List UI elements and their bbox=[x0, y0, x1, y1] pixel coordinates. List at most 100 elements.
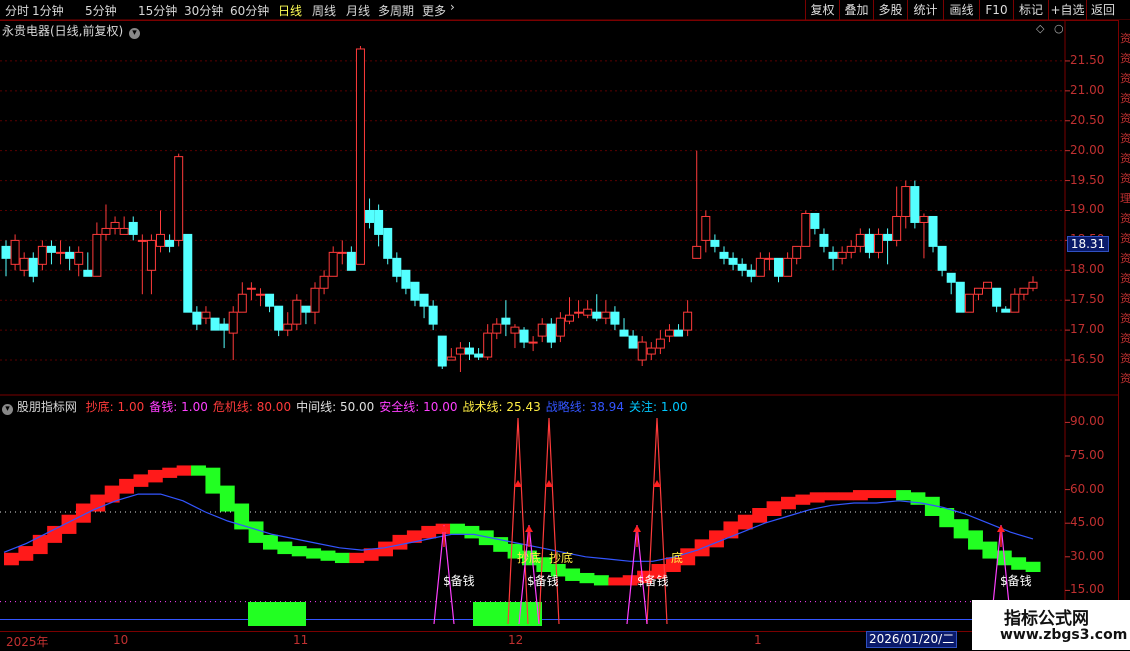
candle-body bbox=[156, 233, 166, 247]
tactical-block bbox=[334, 552, 350, 564]
candle-body bbox=[92, 233, 102, 277]
strip-char: 资 bbox=[1120, 172, 1130, 185]
candle-body bbox=[28, 257, 38, 277]
candle-body bbox=[610, 311, 620, 325]
candle-body bbox=[374, 209, 384, 235]
tactical-block bbox=[176, 465, 192, 476]
indicator-line-label: 中间线: bbox=[296, 400, 337, 414]
date-label: 11 bbox=[293, 633, 309, 647]
indicator-line-5: 战术线: 25.43 bbox=[463, 400, 541, 414]
candle-body bbox=[83, 269, 93, 277]
tactical-block bbox=[18, 546, 34, 561]
candle-body bbox=[628, 335, 638, 349]
tactical-block bbox=[939, 508, 955, 528]
strip-char: 资 bbox=[1120, 232, 1130, 245]
tactical-block bbox=[737, 514, 753, 530]
strip-char: 资 bbox=[1120, 32, 1130, 45]
candle-body bbox=[537, 323, 547, 337]
price-label: 19.00 bbox=[1070, 202, 1105, 217]
tactical-block bbox=[450, 523, 465, 534]
indicator-line-4: 安全线: 10.00 bbox=[379, 400, 457, 414]
tactical-block bbox=[119, 478, 134, 494]
candle-body bbox=[428, 305, 438, 325]
bottom-signal-spike bbox=[538, 417, 560, 625]
candle-body bbox=[910, 186, 920, 223]
candle-body bbox=[174, 156, 184, 241]
candle-body bbox=[719, 251, 729, 259]
candle-body bbox=[1019, 287, 1029, 295]
candle-body bbox=[483, 332, 493, 358]
strip-char: 资 bbox=[1120, 212, 1130, 225]
tactical-block bbox=[205, 467, 221, 494]
candle-body bbox=[128, 221, 138, 235]
indicator-axis-label: 90.00 bbox=[1070, 414, 1105, 429]
candle-body bbox=[465, 347, 475, 355]
candle-body bbox=[846, 245, 856, 253]
tactical-block bbox=[4, 552, 19, 566]
candle-body bbox=[337, 251, 347, 254]
candle-body bbox=[201, 311, 211, 319]
indicator-line-0: 抄底: 1.00 bbox=[86, 400, 145, 414]
indicator-line-3: 中间线: 50.00 bbox=[296, 400, 374, 414]
candle-body bbox=[837, 251, 847, 259]
candle-body bbox=[955, 281, 965, 313]
tactical-block bbox=[608, 577, 624, 586]
indicator-line-label: 抄底: bbox=[85, 400, 114, 414]
tactical-block bbox=[147, 469, 163, 483]
candle-body bbox=[501, 317, 511, 325]
candle-body bbox=[592, 311, 602, 319]
signal-label: 抄底 bbox=[549, 551, 574, 565]
indicator-line-label: 关注: bbox=[628, 400, 657, 414]
tactical-block bbox=[47, 525, 63, 543]
tactical-block bbox=[90, 494, 106, 512]
indicator-axis-label: 15.00 bbox=[1070, 582, 1105, 597]
indicator-axis-label: 30.00 bbox=[1070, 548, 1105, 563]
candle-body bbox=[892, 215, 902, 241]
indicator-axis-label: 75.00 bbox=[1070, 448, 1105, 462]
date-label: 1 bbox=[754, 633, 762, 647]
tactical-block bbox=[1011, 557, 1027, 570]
candle-body bbox=[274, 305, 284, 331]
right-info-strip: 资资资资资资资资理资资资资资资资资资 bbox=[1118, 20, 1130, 650]
strip-char: 资 bbox=[1120, 332, 1130, 345]
candle-body bbox=[210, 317, 220, 331]
tactical-block bbox=[219, 485, 235, 512]
signal-label: $备钱 bbox=[527, 574, 559, 588]
candle-body bbox=[410, 281, 420, 301]
candle-body bbox=[319, 275, 329, 289]
indicator-collapse-icon[interactable]: ▾ bbox=[2, 404, 13, 415]
candle-body bbox=[246, 287, 256, 290]
indicator-line-value: 50.00 bbox=[336, 400, 375, 414]
indicator-title: ▾ 股朋指标网 抄底: 1.00 备钱: 1.00 危机线: 80.00 中间线: 5… bbox=[2, 398, 688, 415]
indicator-line-label: 备钱: bbox=[149, 400, 178, 414]
indicator-line-value: 80.00 bbox=[252, 400, 292, 414]
candle-body bbox=[864, 233, 874, 253]
tactical-block bbox=[838, 492, 854, 501]
strip-char: 资 bbox=[1120, 52, 1130, 65]
candle-body bbox=[619, 329, 629, 337]
tactical-block bbox=[378, 541, 393, 557]
strip-char: 资 bbox=[1120, 372, 1130, 385]
candle-body bbox=[137, 239, 147, 242]
tactical-block bbox=[75, 503, 91, 523]
indicator-line-2: 危机线: 80.00 bbox=[213, 400, 291, 414]
candle-body bbox=[637, 341, 647, 361]
candle-body bbox=[183, 233, 193, 313]
tactical-block bbox=[1025, 561, 1041, 572]
indicator-axis-label: 45.00 bbox=[1070, 515, 1105, 530]
attention-bar bbox=[248, 602, 306, 626]
strip-char: 理 bbox=[1120, 192, 1130, 205]
candle-body bbox=[110, 221, 120, 229]
candle-body bbox=[792, 245, 802, 259]
tactical-block bbox=[593, 575, 609, 586]
signal-label: $备钱 bbox=[637, 574, 669, 588]
strip-char: 资 bbox=[1120, 92, 1130, 105]
tactical-block bbox=[306, 548, 322, 559]
candle-body bbox=[292, 299, 302, 325]
tactical-block bbox=[32, 534, 48, 555]
date-label: 12 bbox=[508, 633, 524, 647]
candle-body bbox=[1, 245, 11, 259]
tactical-block bbox=[464, 525, 480, 539]
tactical-block bbox=[392, 534, 408, 550]
candle-body bbox=[10, 239, 20, 265]
